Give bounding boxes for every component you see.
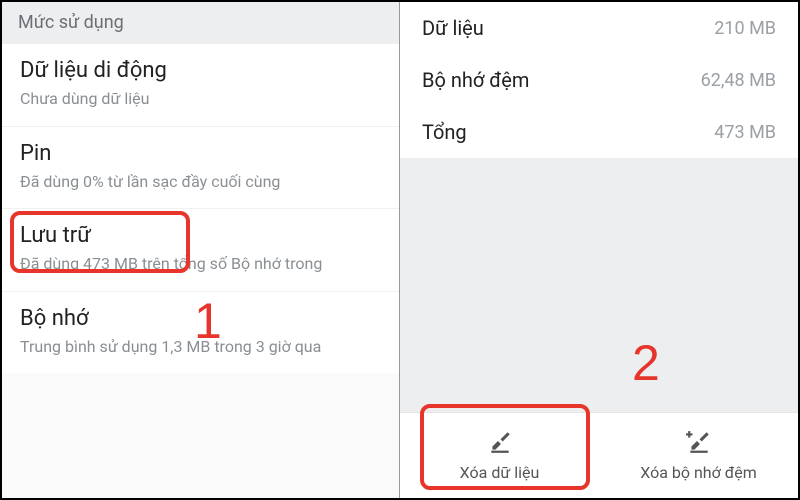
bottom-action-bar: Xóa dữ liệu Xóa bộ nhớ đệm — [400, 412, 798, 498]
section-header-label: Mức sử dụng — [18, 12, 124, 33]
item-title: Dữ liệu di động — [20, 58, 381, 83]
row-label: Tổng — [422, 120, 467, 144]
row-cache[interactable]: Bộ nhớ đệm 62,48 MB — [400, 54, 798, 106]
item-title: Pin — [20, 141, 381, 166]
item-battery[interactable]: Pin Đã dùng 0% từ lần sạc đầy cuối cùng — [2, 127, 399, 210]
storage-detail-panel: Dữ liệu 210 MB Bộ nhớ đệm 62,48 MB Tổng … — [400, 2, 798, 498]
item-memory[interactable]: Bộ nhớ Trung bình sử dụng 1,3 MB trong 3… — [2, 292, 399, 374]
item-storage[interactable]: Lưu trữ Đã dùng 473 MB trên tổng số Bộ n… — [2, 209, 399, 292]
button-label: Xóa dữ liệu — [460, 463, 540, 482]
row-total[interactable]: Tổng 473 MB — [400, 106, 798, 158]
broom-icon — [487, 429, 513, 459]
usage-panel: Mức sử dụng Dữ liệu di động Chưa dùng dữ… — [2, 2, 400, 498]
clear-data-button[interactable]: Xóa dữ liệu — [400, 413, 599, 498]
clear-cache-button[interactable]: Xóa bộ nhớ đệm — [599, 413, 798, 498]
item-sub: Chưa dùng dữ liệu — [20, 88, 381, 110]
row-value: 62,48 MB — [701, 70, 776, 91]
empty-area — [400, 158, 798, 412]
row-value: 473 MB — [714, 122, 776, 143]
item-title: Lưu trữ — [20, 223, 381, 248]
broom-plus-icon — [686, 429, 712, 459]
row-data[interactable]: Dữ liệu 210 MB — [400, 2, 798, 54]
item-sub: Đã dùng 0% từ lần sạc đầy cuối cùng — [20, 171, 381, 193]
item-title: Bộ nhớ — [20, 306, 381, 331]
item-mobile-data[interactable]: Dữ liệu di động Chưa dùng dữ liệu — [2, 44, 399, 127]
row-label: Dữ liệu — [422, 16, 484, 40]
item-sub: Trung bình sử dụng 1,3 MB trong 3 giờ qu… — [20, 336, 381, 358]
button-label: Xóa bộ nhớ đệm — [640, 463, 757, 482]
row-value: 210 MB — [714, 18, 776, 39]
item-sub: Đã dùng 473 MB trên tổng số Bộ nhớ trong — [20, 253, 381, 275]
section-header-usage: Mức sử dụng — [2, 2, 399, 44]
row-label: Bộ nhớ đệm — [422, 68, 529, 92]
